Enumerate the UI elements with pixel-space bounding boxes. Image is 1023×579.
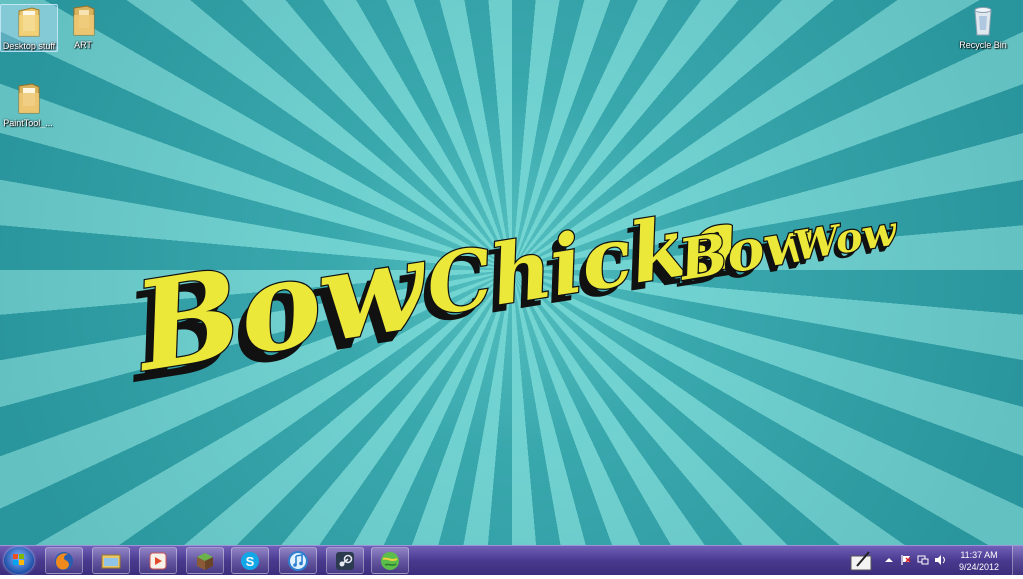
taskbar: S 11:37 AM 9/24/2012 [0, 545, 1023, 575]
handwriting-input-icon[interactable] [850, 550, 874, 572]
taskbar-button-explorer[interactable] [92, 547, 130, 574]
taskbar-button-globe-app[interactable] [371, 547, 409, 574]
volume-icon[interactable] [934, 554, 946, 566]
recycle-bin-icon [974, 7, 992, 36]
globe-app-icon [381, 551, 399, 570]
taskbar-button-firefox[interactable] [45, 547, 83, 574]
show-hidden-icons-icon[interactable] [883, 554, 895, 566]
taskbar-button-steam[interactable] [326, 547, 364, 574]
itunes-icon [288, 550, 308, 571]
wallpaper-word-bow: Bow [124, 211, 439, 400]
steam-icon [336, 551, 354, 570]
skype-icon: S [241, 551, 259, 570]
desktop[interactable]: Bow Bow Chicka Chicka Bow Bow Wow Wow De… [0, 0, 1023, 545]
firefox-icon [55, 551, 73, 570]
desktop-icon-label: ART [74, 40, 92, 50]
windows-explorer-icon [101, 554, 121, 568]
media-player-icon [149, 552, 167, 569]
folder-icon [73, 5, 95, 36]
taskbar-button-minecraft[interactable] [186, 547, 224, 574]
taskbar-button-media-player[interactable] [139, 547, 177, 574]
desktop-icon-desktop-stuff[interactable]: Desktop stuff [0, 4, 58, 52]
taskbar-button-itunes[interactable] [279, 547, 317, 574]
action-center-flag-icon[interactable] [900, 554, 912, 566]
minecraft-icon [197, 552, 213, 570]
wallpaper-text: Bow Bow Chicka Chicka Bow Bow Wow Wow [115, 189, 902, 411]
desktop-icon-art[interactable]: ART [55, 4, 111, 50]
taskbar-button-skype[interactable]: S [231, 547, 269, 574]
svg-text:S: S [246, 554, 255, 569]
folder-icon [18, 83, 40, 114]
desktop-icon-label: Recycle Bin [959, 40, 1007, 50]
folder-icon [18, 7, 40, 37]
windows-logo-icon [13, 554, 24, 565]
show-desktop-button[interactable] [1012, 546, 1023, 575]
desktop-icon-label: PaintTool_... [3, 118, 53, 128]
clock-time: 11:37 AM [960, 550, 998, 560]
desktop-icon-recycle-bin[interactable]: Recycle Bin [955, 4, 1011, 50]
desktop-icon-label: Desktop stuff [2, 41, 56, 51]
clock-date: 9/24/2012 [958, 562, 1000, 572]
system-clock[interactable]: 11:37 AM 9/24/2012 [954, 549, 1004, 573]
network-icon[interactable] [917, 554, 929, 566]
start-button[interactable] [4, 547, 34, 574]
desktop-icon-painttool[interactable]: PaintTool_... [0, 82, 56, 128]
